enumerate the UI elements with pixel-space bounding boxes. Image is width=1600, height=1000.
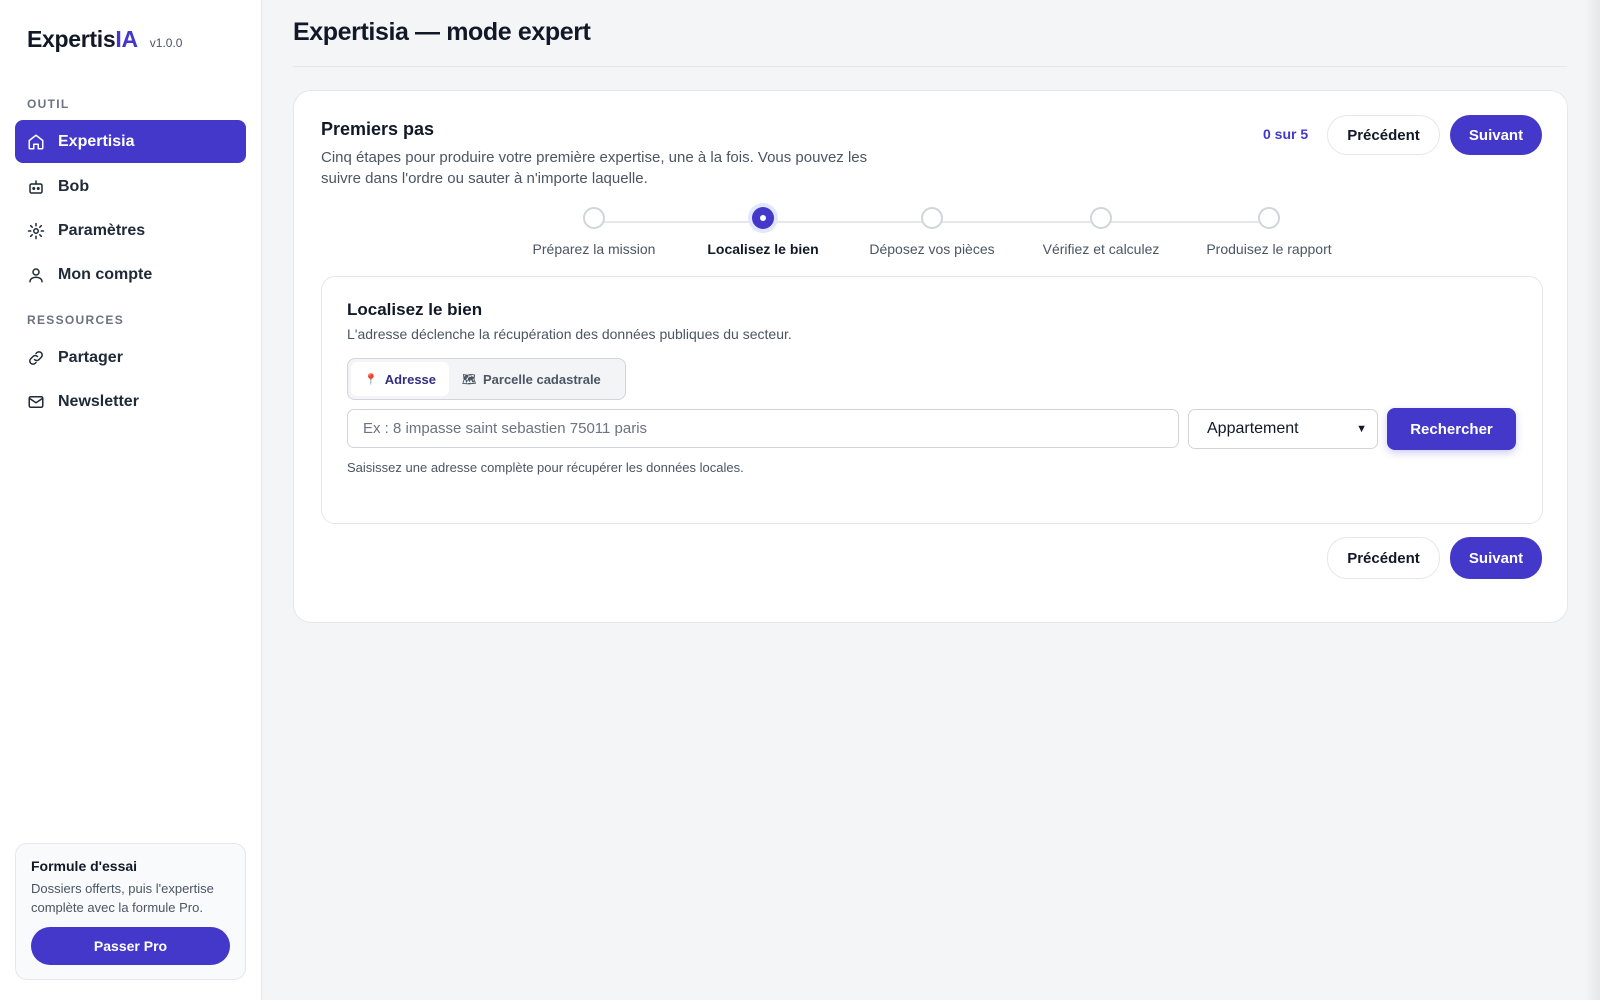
section-label-outil: OUTIL (27, 97, 70, 111)
trial-description: Dossiers offerts, puis l'expertise compl… (31, 881, 214, 915)
sidebar: ExpertisIA v1.0.0 OUTIL Expertisia Bob P… (0, 0, 262, 1000)
sidebar-item-expertisia[interactable]: Expertisia (15, 120, 246, 163)
locate-description: L'adresse déclenche la récupération des … (347, 326, 792, 342)
previous-button-bottom[interactable]: Précédent (1327, 537, 1440, 579)
wizard-card: Premiers pas Cinq étapes pour produire v… (293, 90, 1568, 623)
user-icon (27, 266, 45, 284)
gear-icon (27, 222, 45, 240)
link-icon (27, 349, 45, 367)
trial-title: Formule d'essai (31, 858, 138, 874)
pin-icon: 📍 (364, 373, 378, 386)
app-version: v1.0.0 (149, 36, 183, 50)
sidebar-item-label: Mon compte (58, 265, 153, 283)
step-dot-3[interactable] (921, 207, 943, 229)
progress-counter: 0 sur 5 (1263, 126, 1309, 142)
brand-name: ExpertisIA (27, 26, 138, 52)
section-label-ressources: RESSOURCES (27, 313, 125, 327)
sidebar-item-label: Newsletter (58, 392, 139, 410)
previous-button-top[interactable]: Précédent (1327, 115, 1440, 155)
step-label-5[interactable]: Produisez le rapport (1184, 241, 1354, 257)
tab-parcelle-cadastrale[interactable]: 🗺 Parcelle cadastrale (449, 362, 614, 396)
property-type-select[interactable]: Appartement ▼ (1188, 409, 1378, 449)
title-divider (293, 66, 1567, 67)
search-mode-tabs: 📍 Adresse 🗺 Parcelle cadastrale (347, 358, 626, 400)
sidebar-item-label: Partager (58, 348, 123, 366)
sidebar-item-mon-compte[interactable]: Mon compte (15, 253, 246, 296)
page-title: Expertisia — mode expert (293, 18, 591, 46)
trial-card: Formule d'essai Dossiers offerts, puis l… (15, 843, 246, 980)
step-dot-4[interactable] (1090, 207, 1112, 229)
step-dot-2[interactable] (752, 207, 774, 229)
sidebar-item-label: Bob (58, 177, 90, 195)
brand-logo[interactable]: ExpertisIA v1.0.0 (27, 26, 182, 53)
step-dot-1[interactable] (583, 207, 605, 229)
locate-panel: Localisez le bien L'adresse déclenche la… (321, 276, 1543, 524)
mail-icon (27, 393, 45, 411)
home-icon (27, 133, 45, 151)
sidebar-item-bob[interactable]: Bob (15, 165, 246, 208)
step-label-4[interactable]: Vérifiez et calculez (1016, 241, 1186, 257)
robot-icon (27, 178, 45, 196)
sidebar-item-newsletter[interactable]: Newsletter (15, 380, 246, 423)
sidebar-item-partager[interactable]: Partager (15, 336, 246, 379)
tab-adresse[interactable]: 📍 Adresse (351, 362, 450, 396)
next-button-top[interactable]: Suivant (1450, 115, 1542, 155)
search-button[interactable]: Rechercher (1387, 408, 1516, 450)
sidebar-item-label: Paramètres (58, 221, 146, 239)
address-help-text: Saisissez une adresse complète pour récu… (347, 460, 744, 475)
chevron-down-icon: ▼ (1356, 423, 1367, 435)
map-icon: 🗺 (462, 373, 476, 386)
address-input[interactable] (347, 409, 1179, 448)
next-button-bottom[interactable]: Suivant (1450, 537, 1542, 579)
wizard-title: Premiers pas (321, 119, 435, 139)
sidebar-item-label: Expertisia (58, 132, 135, 150)
wizard-description: Cinq étapes pour produire votre première… (321, 149, 868, 187)
step-label-3[interactable]: Déposez vos pièces (847, 241, 1017, 257)
property-type-value: Appartement (1207, 420, 1299, 437)
scroll-edge-shadow (1584, 0, 1600, 1000)
step-label-1[interactable]: Préparez la mission (509, 241, 679, 257)
step-dot-5[interactable] (1258, 207, 1280, 229)
upgrade-pro-button[interactable]: Passer Pro (31, 927, 230, 965)
sidebar-item-parametres[interactable]: Paramètres (15, 209, 246, 252)
locate-title: Localisez le bien (347, 300, 483, 319)
step-label-2[interactable]: Localisez le bien (678, 241, 848, 257)
